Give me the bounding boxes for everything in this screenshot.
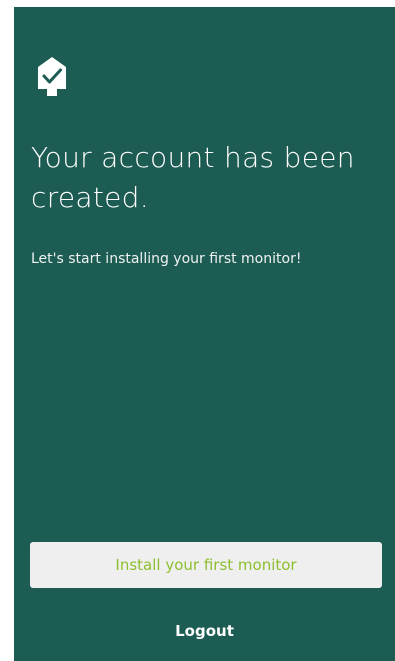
account-created-screen: Your account has been created. Let's sta…	[14, 7, 395, 661]
install-first-monitor-button[interactable]: Install your first monitor	[30, 542, 382, 588]
page-subtitle: Let's start installing your first monito…	[31, 251, 302, 267]
page-title: Your account has been created.	[31, 141, 355, 214]
logout-button[interactable]: Logout	[14, 618, 395, 644]
house-check-icon	[38, 57, 66, 96]
